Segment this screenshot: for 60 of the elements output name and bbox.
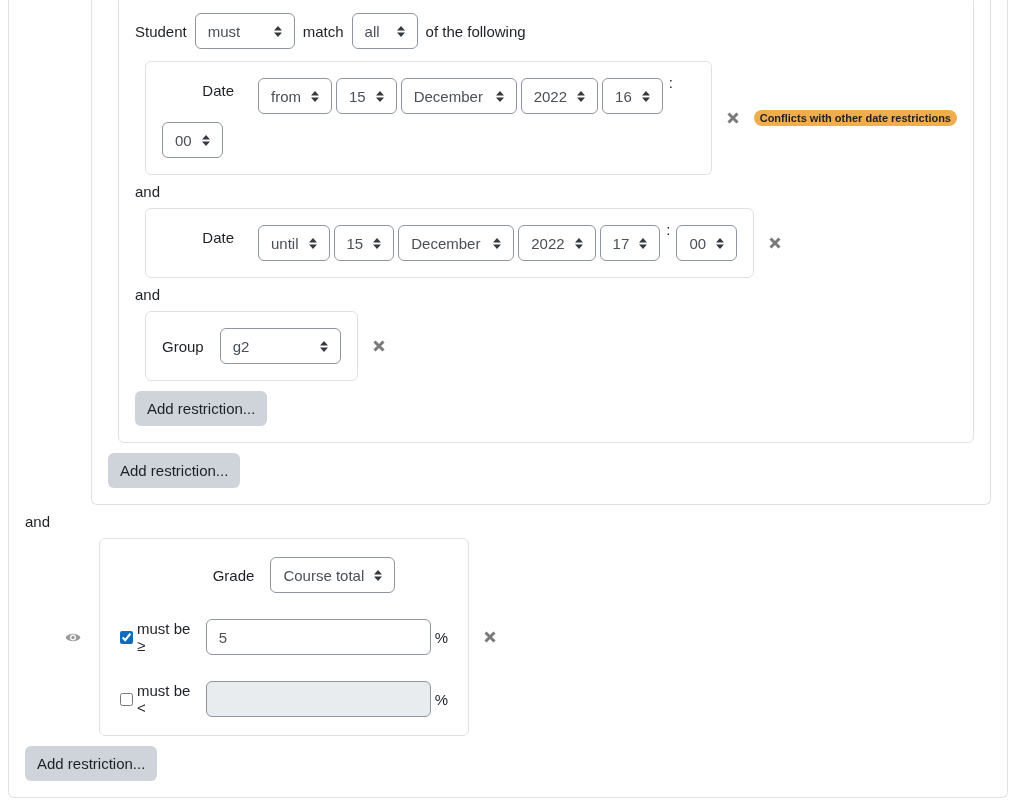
connector-label: and: [25, 513, 52, 530]
condition-checkbox[interactable]: [120, 630, 133, 644]
unit-label: %: [434, 628, 448, 646]
direction-select[interactable]: from: [258, 78, 332, 114]
sort-caret-icon: [639, 237, 648, 249]
grade-value-field[interactable]: 5: [205, 619, 431, 655]
day-select[interactable]: 15: [333, 225, 395, 261]
sort-caret-icon: [577, 90, 586, 102]
add-restriction-button[interactable]: Add restriction...: [25, 746, 158, 781]
sort-caret-icon: [273, 25, 282, 37]
unit-label: %: [434, 690, 448, 708]
sort-caret-icon: [574, 237, 583, 249]
eye-icon[interactable]: [65, 631, 81, 643]
condition-label: Group: [162, 337, 204, 355]
day-select[interactable]: 15: [336, 78, 397, 114]
condition-checkbox[interactable]: [120, 692, 133, 706]
minute-select[interactable]: 00: [162, 122, 223, 158]
sort-caret-icon: [493, 237, 502, 249]
condition-label: Date: [201, 81, 234, 99]
sort-caret-icon: [201, 134, 210, 146]
close-icon[interactable]: [484, 631, 496, 643]
sort-caret-icon: [311, 90, 319, 102]
time-separator: :: [665, 221, 672, 238]
hour-select[interactable]: 16: [602, 78, 663, 114]
sort-caret-icon: [319, 340, 328, 352]
sort-caret-icon: [374, 569, 383, 581]
sort-caret-icon: [641, 90, 650, 102]
sort-caret-icon: [375, 90, 384, 102]
sort-caret-icon: [396, 25, 405, 37]
set-label: Student: [135, 22, 187, 40]
month-select[interactable]: December: [398, 225, 515, 261]
time-separator: :: [667, 74, 674, 91]
close-icon[interactable]: [726, 112, 739, 124]
year-select[interactable]: 2022: [518, 225, 596, 261]
add-restriction-button[interactable]: Add restriction...: [108, 453, 241, 488]
year-select[interactable]: 2022: [520, 78, 599, 114]
add-restriction-button[interactable]: Add restriction...: [135, 391, 268, 426]
close-icon[interactable]: [769, 237, 782, 249]
sort-caret-icon: [308, 237, 317, 249]
sort-caret-icon: [373, 237, 382, 249]
hour-select[interactable]: 17: [599, 225, 661, 261]
match-select[interactable]: all: [351, 13, 418, 49]
warning-badge: Conflicts with other date restrictions: [753, 110, 957, 126]
minute-select[interactable]: 00: [676, 225, 738, 261]
condition-label: must be ≥: [137, 620, 192, 654]
set-label: match: [302, 22, 344, 40]
direction-select[interactable]: until: [258, 225, 330, 261]
condition-label: Grade: [212, 566, 255, 584]
condition-label: Date: [201, 228, 234, 246]
must-select[interactable]: must: [194, 13, 295, 49]
condition-label: must be <: [137, 682, 192, 716]
connector-label: and: [135, 183, 162, 200]
sort-caret-icon: [716, 237, 725, 249]
sort-caret-icon: [495, 90, 504, 102]
grade-item-select[interactable]: Course total: [270, 557, 396, 593]
set-label: of the following: [425, 22, 526, 40]
close-icon[interactable]: [372, 340, 385, 352]
group-select[interactable]: g2: [219, 328, 341, 364]
connector-label: and: [135, 286, 162, 303]
month-select[interactable]: December: [400, 78, 517, 114]
